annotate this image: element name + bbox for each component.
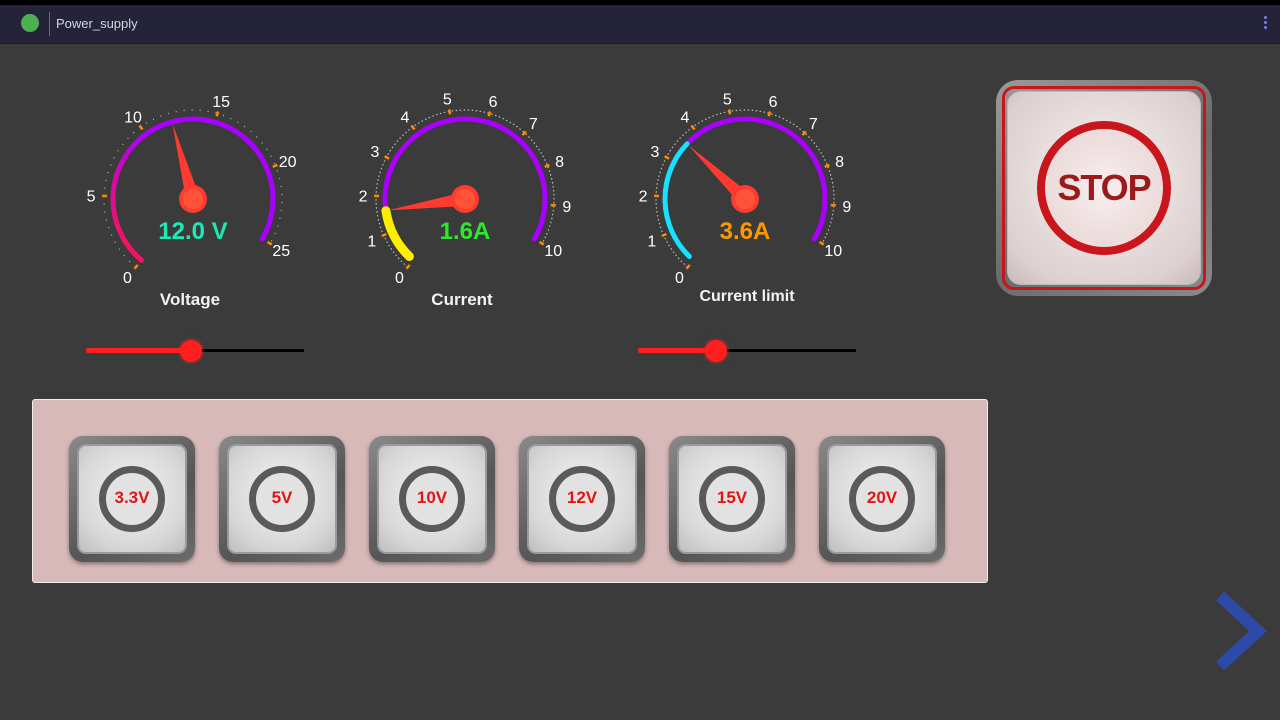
preset-button-15v[interactable]: 15V	[669, 436, 795, 562]
current-limit-gauge-dial: 0 1 2 3 4 5 6 7 8 9 10 3.6A	[639, 92, 852, 288]
gauge-tick	[410, 124, 416, 131]
voltage-slider[interactable]	[86, 339, 304, 363]
gauge-tick-label: 2	[359, 188, 368, 205]
current-limit-slider[interactable]	[638, 339, 856, 363]
current-limit-gauge-label: Current limit	[699, 288, 795, 305]
gauge-tick-label: 8	[555, 154, 564, 171]
gauge-tick-label: 5	[87, 188, 96, 205]
gauge-tick	[381, 232, 387, 238]
current-gauge: 0 1 2 3 4 5 6 7 8 9 10 1.6A	[359, 92, 572, 296]
title-bar: Power_supply	[0, 5, 1280, 44]
gauge-tick	[487, 111, 492, 117]
gauge-tick-label: 7	[529, 116, 538, 133]
title-divider	[49, 12, 50, 36]
preset-label: 10V	[416, 488, 448, 507]
gauge-tick-label: 3	[370, 144, 379, 161]
gauge-tick	[215, 111, 220, 117]
gauge-tick	[384, 155, 390, 160]
gauge-tick-label: 20	[279, 154, 297, 171]
gauge-tick-label: 10	[124, 110, 142, 127]
gauge-tick-label: 2	[639, 188, 648, 205]
gauge-tick-label: 15	[212, 94, 230, 111]
preset-label: 3.3V	[114, 488, 150, 507]
gauge-tick-label: 10	[824, 243, 842, 260]
gauge-tick	[272, 163, 278, 168]
gauge-readout: 1.6A	[440, 218, 491, 245]
gauge-tick	[661, 232, 667, 238]
preset-button-5v[interactable]: 5V	[219, 436, 345, 562]
gauge-tick-label: 4	[401, 110, 410, 127]
gauge-tick-label: 7	[809, 116, 818, 133]
next-page-icon[interactable]	[1210, 590, 1268, 672]
current-gauge-dial: 0 1 2 3 4 5 6 7 8 9 10 1.6A	[359, 92, 572, 288]
gauge-tick-label: 0	[395, 270, 404, 287]
preset-button-12v[interactable]: 12V	[519, 436, 645, 562]
stop-button[interactable]: STOP	[996, 80, 1212, 296]
gauge-tick-label: 4	[681, 110, 690, 127]
gauge-tick-label: 9	[562, 199, 571, 216]
current-limit-slider-handle[interactable]	[705, 340, 727, 362]
gauge-value-arc	[381, 206, 414, 261]
gauge-tick-label: 0	[675, 270, 684, 287]
current-gauge-label: Current	[431, 290, 493, 309]
preset-button-10v[interactable]: 10V	[369, 436, 495, 562]
gauge-tick	[447, 109, 452, 115]
preset-label: 5V	[271, 488, 293, 507]
more-menu-icon[interactable]	[1264, 16, 1268, 32]
gauge-tick-label: 10	[544, 243, 562, 260]
gauge-tick-label: 6	[489, 94, 498, 111]
voltage-slider-handle[interactable]	[180, 340, 202, 362]
voltage-gauge-dial: 0 5 10 15 20 25 12.0 V	[87, 94, 297, 287]
gauge-tick	[538, 240, 545, 246]
preset-label: 20V	[866, 488, 898, 507]
gauge-tick	[133, 264, 139, 270]
gauge-tick-label: 5	[443, 92, 452, 109]
gauge-tick	[767, 111, 772, 117]
voltage-preset-panel: 3.3V 5V 10V 12V 15V 20V	[32, 399, 988, 583]
dashboard: 0 5 10 15 20 25 12.0 V Voltage 0 1 2 3 4 5 6 7 8 9 10 1.6…	[0, 44, 1280, 720]
gauge-tick	[664, 155, 670, 160]
connection-status-icon	[21, 14, 39, 32]
voltage-gauge-label: Voltage	[159, 290, 221, 309]
gauge-tick	[405, 264, 411, 270]
gauge-value-arc	[662, 141, 692, 259]
gauge-tick	[685, 264, 691, 270]
gauge-tick-label: 25	[272, 243, 290, 260]
gauge-tick-label: 9	[842, 199, 851, 216]
preset-button-20v[interactable]: 20V	[819, 436, 945, 562]
gauge-tick-label: 6	[769, 94, 778, 111]
stop-button-label: STOP	[1057, 167, 1151, 208]
gauge-tick-label: 5	[723, 92, 732, 109]
gauge-tick-label: 1	[367, 234, 376, 251]
gauge-tick	[544, 163, 550, 168]
preset-button-3v3[interactable]: 3.3V	[69, 436, 195, 562]
gauge-tick	[824, 163, 830, 168]
gauge-tick-label: 1	[647, 234, 656, 251]
gauge-tick	[690, 124, 696, 131]
current-limit-gauge: 0 1 2 3 4 5 6 7 8 9 10 3.6A	[639, 92, 852, 296]
voltage-gauge: 0 5 10 15 20 25 12.0 V	[87, 94, 298, 296]
gauge-tick-label: 0	[123, 270, 132, 287]
app-title: Power_supply	[56, 16, 138, 31]
gauge-tick	[266, 240, 273, 246]
gauge-tick-label: 8	[835, 154, 844, 171]
gauge-readout: 12.0 V	[158, 218, 227, 245]
gauge-tick-label: 3	[650, 144, 659, 161]
voltage-slider-fill	[86, 348, 191, 353]
gauge-tick	[727, 109, 732, 115]
gauge-readout: 3.6A	[720, 218, 771, 245]
gauge-tick	[818, 240, 825, 246]
preset-label: 15V	[716, 488, 748, 507]
preset-label: 12V	[566, 488, 598, 507]
